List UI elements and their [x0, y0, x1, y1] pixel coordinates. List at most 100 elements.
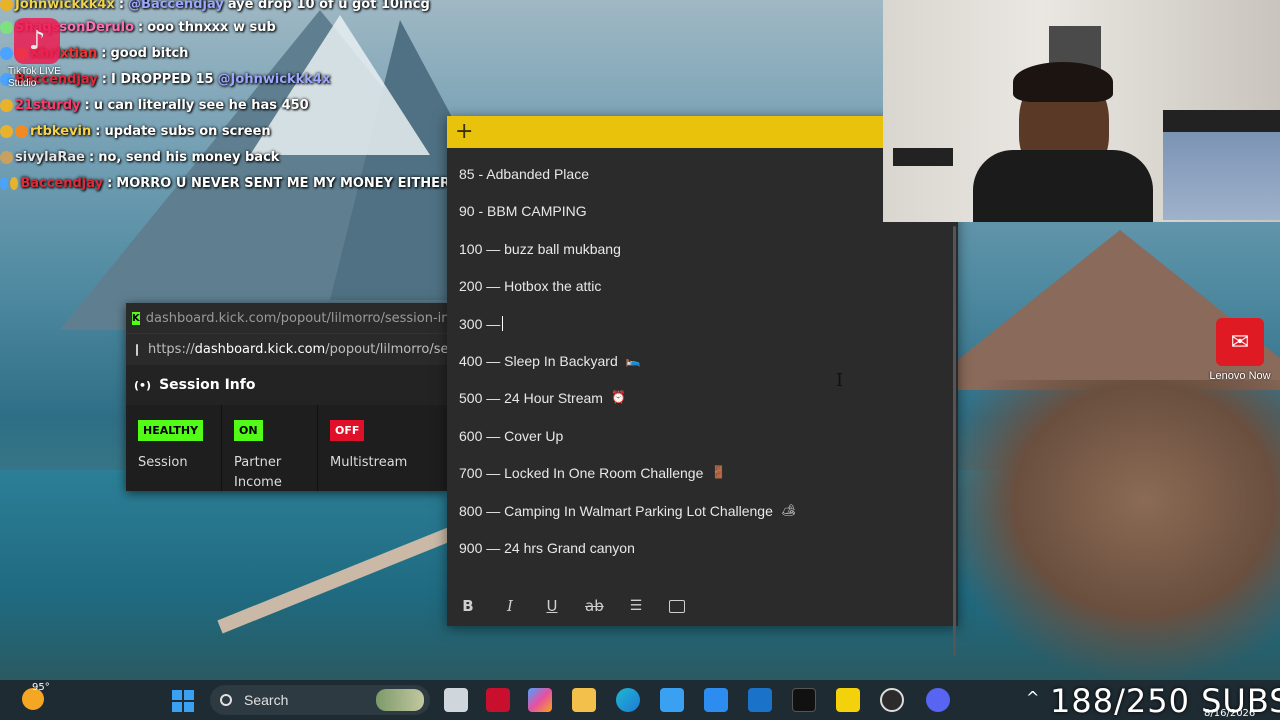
chat-badge-icon [0, 124, 13, 138]
note-line[interactable]: 600 — Cover Up [459, 428, 946, 465]
taskbar-date: 8/16/2026 [1204, 708, 1256, 719]
weather-temperature: 95° [32, 682, 50, 693]
sticky-note-window[interactable]: + 85 - Adbanded Place 90 - BBM CAMPING 1… [447, 116, 958, 656]
status-badge: ON [234, 420, 263, 441]
kick-popout-window[interactable]: K dashboard.kick.com/popout/lilmorro/ses… [126, 303, 448, 491]
url-path: /popout/lilmorro/se [325, 342, 448, 357]
lenovo-now-shortcut[interactable]: ✉ Lenovo Now [1200, 318, 1280, 382]
kick-logo-icon: K [132, 311, 140, 325]
chat-badge-icon [0, 98, 13, 112]
chat-username: sivylaRae [15, 149, 85, 165]
alarm-clock-emoji: ⏰ [610, 390, 626, 405]
status-badge: OFF [330, 420, 365, 441]
bold-button[interactable]: B [459, 597, 477, 615]
note-line[interactable]: 900 — 24 hrs Grand canyon [459, 540, 946, 577]
sticky-note-header[interactable]: + [447, 116, 958, 148]
underline-button[interactable]: U [543, 597, 561, 615]
text-cursor-icon: I [836, 370, 844, 391]
webcam-feed [883, 0, 1280, 222]
chat-text: MORRO U NEVER SENT ME MY MONEY EITHER [116, 175, 450, 191]
chat-message: sivylaRae : no, send his money back [0, 144, 450, 170]
sticky-note-editor[interactable]: 85 - Adbanded Place 90 - BBM CAMPING 100… [447, 148, 958, 577]
edge-icon[interactable] [616, 688, 640, 712]
chat-text: aye drop 10 of u got 10incg [227, 0, 430, 12]
status-card-session: HEALTHY Session [126, 405, 222, 491]
chat-message: 21sturdy : u can literally see he has 45… [0, 92, 450, 118]
chat-text: u can literally see he has 450 [93, 97, 309, 113]
chat-text: update subs on screen [104, 123, 271, 139]
task-view-icon[interactable] [444, 688, 468, 712]
taskbar: 95° Search ^ 188/250 SUBS 8/16/2026 [0, 680, 1280, 720]
chat-username: Johnwickkk4x [15, 0, 115, 12]
start-button[interactable] [172, 690, 194, 712]
session-info-title: Session Info [159, 377, 256, 393]
status-card-partner-income: ON Partner Income [222, 405, 318, 491]
chat-message: Baccendjay : MORRO U NEVER SENT ME MY MO… [0, 170, 450, 196]
bullet-list-button[interactable]: ☰ [627, 598, 645, 614]
chat-badge-icon [15, 124, 28, 138]
taskbar-search[interactable]: Search [210, 685, 430, 715]
webcam-person-body [973, 150, 1153, 222]
address-bar[interactable]: https://dashboard.kick.com/popout/lilmor… [126, 333, 448, 365]
tray-expand-icon[interactable]: ^ [1026, 688, 1039, 707]
note-line[interactable]: 400 — Sleep In Backyard 🛌 [459, 353, 946, 390]
window-titlebar[interactable]: K dashboard.kick.com/popout/lilmorro/ses… [126, 303, 448, 333]
note-line[interactable]: 90 - BBM CAMPING [459, 203, 946, 240]
chat-badge-icon [0, 0, 13, 11]
discord-icon[interactable] [926, 688, 950, 712]
url-scheme: https:// [148, 342, 195, 357]
tiktok-live-icon[interactable]: ♪ [14, 18, 60, 64]
chat-username: Baccendjay [20, 175, 104, 191]
lock-icon [136, 343, 138, 356]
chat-message: Khrixtian : good bitch [0, 40, 450, 66]
note-line[interactable]: 100 — buzz ball mukbang [459, 241, 946, 278]
chat-text: ooo thnxxx w sub [147, 19, 276, 35]
file-explorer-icon[interactable] [572, 688, 596, 712]
lenovo-now-label: Lenovo Now [1209, 370, 1271, 382]
url-host: dashboard.kick.com [194, 342, 326, 357]
webcam-person-hair [1013, 62, 1113, 102]
note-line[interactable]: 200 — Hotbox the attic [459, 278, 946, 315]
session-info-header: (•) Session Info [126, 365, 448, 405]
search-label: Search [244, 692, 289, 708]
chat-mention: @Baccendjay [128, 0, 224, 12]
copilot-icon[interactable] [528, 688, 552, 712]
chat-mention: @Johnwickkk4x [217, 71, 331, 87]
chat-username: rtbkevin [30, 123, 92, 139]
sticky-notes-icon[interactable] [836, 688, 860, 712]
obs-icon[interactable] [880, 688, 904, 712]
webcam-desk [893, 148, 953, 166]
note-line[interactable]: 85 - Adbanded Place [459, 166, 946, 203]
text-caret [502, 315, 504, 331]
strikethrough-button[interactable]: ab [585, 597, 604, 615]
note-line[interactable]: 300 — [459, 315, 946, 353]
mcafee-icon[interactable] [486, 688, 510, 712]
call-of-duty-icon[interactable] [792, 688, 816, 712]
lenovo-now-icon: ✉ [1216, 318, 1264, 366]
note-line[interactable]: 500 — 24 Hour Stream ⏰ [459, 390, 946, 427]
chat-text: I DROPPED 15 [110, 71, 214, 87]
chat-badge-icon [0, 46, 13, 60]
insert-image-icon[interactable] [669, 599, 685, 613]
tiktok-live-label: TikTok LIVE Studio [8, 66, 61, 89]
window-title: dashboard.kick.com/popout/lilmorro/sessi… [145, 310, 448, 326]
sparkle-badge-icon [0, 20, 13, 34]
note-line[interactable]: 800 — Camping In Walmart Parking Lot Cha… [459, 503, 946, 540]
camping-emoji: 🏕 [780, 502, 797, 517]
status-badge: HEALTHY [138, 420, 204, 441]
add-note-button[interactable]: + [455, 121, 473, 143]
outlook-icon[interactable] [748, 688, 772, 712]
app-icon[interactable] [704, 688, 728, 712]
chat-text: good bitch [110, 45, 189, 61]
status-label: Partner Income [234, 455, 282, 490]
search-highlight-image [376, 689, 424, 711]
chat-overlay: Johnwickkk4x : @Baccendjay aye drop 10 o… [0, 0, 450, 196]
store-icon[interactable] [660, 688, 684, 712]
search-icon [220, 694, 232, 706]
note-line[interactable]: 700 — Locked In One Room Challenge 🚪 [459, 465, 946, 502]
status-label: Multistream [330, 455, 408, 470]
formatting-toolbar: B I U ab ☰ [447, 586, 958, 626]
chat-message: ShaqssonDerulo : ooo thnxxx w sub [0, 14, 450, 40]
webcam-bed [1163, 110, 1280, 220]
italic-button[interactable]: I [501, 597, 519, 615]
